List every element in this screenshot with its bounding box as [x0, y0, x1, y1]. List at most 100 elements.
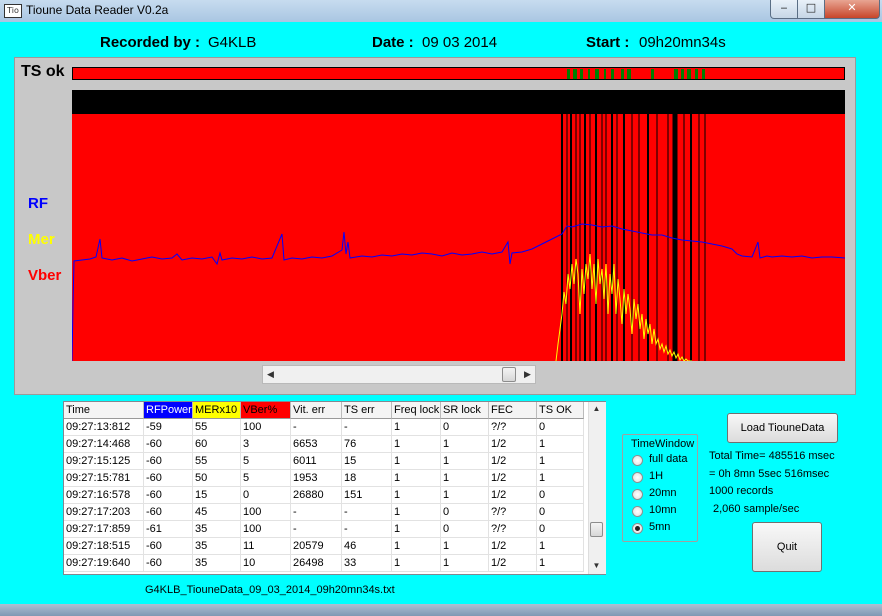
radio-label[interactable]: 10mn: [649, 504, 677, 516]
grid-cell[interactable]: 1/2: [489, 555, 537, 572]
grid-cell[interactable]: 60: [193, 436, 241, 453]
grid-cell[interactable]: 26498: [291, 555, 342, 572]
grid-cell[interactable]: -60: [144, 487, 193, 504]
grid-cell[interactable]: 11: [241, 538, 291, 555]
grid-cell[interactable]: 0: [441, 521, 489, 538]
grid-cell[interactable]: 09:27:15:781: [64, 470, 144, 487]
grid-cell[interactable]: 1: [441, 470, 489, 487]
grid-cell[interactable]: 09:27:14:468: [64, 436, 144, 453]
grid-cell[interactable]: 5: [241, 470, 291, 487]
radio-20mn[interactable]: [632, 489, 643, 500]
grid-column-header[interactable]: Freq lock: [392, 402, 441, 419]
grid-cell[interactable]: -59: [144, 419, 193, 436]
radio-label[interactable]: 5mn: [649, 521, 670, 533]
quit-button[interactable]: Quit: [752, 522, 822, 572]
grid-cell[interactable]: -: [291, 521, 342, 538]
grid-cell[interactable]: 09:27:17:203: [64, 504, 144, 521]
scroll-down-arrow-icon[interactable]: ▼: [588, 561, 605, 573]
radio-1h[interactable]: [632, 472, 643, 483]
grid-cell[interactable]: -61: [144, 521, 193, 538]
grid-cell[interactable]: ?/?: [489, 419, 537, 436]
radio-10mn[interactable]: [632, 506, 643, 517]
grid-cell[interactable]: 1: [537, 555, 584, 572]
grid-cell[interactable]: 0: [241, 487, 291, 504]
grid-cell[interactable]: 55: [193, 419, 241, 436]
grid-cell[interactable]: 1/2: [489, 487, 537, 504]
grid-cell[interactable]: 50: [193, 470, 241, 487]
grid-cell[interactable]: 1: [441, 487, 489, 504]
grid-cell[interactable]: 1: [392, 538, 441, 555]
grid-cell[interactable]: -: [342, 521, 392, 538]
grid-column-header[interactable]: MERx10: [193, 402, 241, 419]
grid-cell[interactable]: 0: [441, 419, 489, 436]
grid-cell[interactable]: -60: [144, 470, 193, 487]
grid-cell[interactable]: 100: [241, 504, 291, 521]
grid-cell[interactable]: 09:27:18:515: [64, 538, 144, 555]
grid-cell[interactable]: 35: [193, 555, 241, 572]
grid-cell[interactable]: 09:27:16:578: [64, 487, 144, 504]
grid-cell[interactable]: 46: [342, 538, 392, 555]
grid-column-header[interactable]: Time: [64, 402, 144, 419]
grid-cell[interactable]: 09:27:13:812: [64, 419, 144, 436]
grid-cell[interactable]: 5: [241, 453, 291, 470]
grid-cell[interactable]: 6011: [291, 453, 342, 470]
grid-cell[interactable]: 1: [537, 453, 584, 470]
grid-cell[interactable]: 15: [342, 453, 392, 470]
grid-cell[interactable]: 1: [392, 419, 441, 436]
grid-cell[interactable]: 10: [241, 555, 291, 572]
radio-full-data[interactable]: [632, 455, 643, 466]
grid-cell[interactable]: 1: [392, 555, 441, 572]
load-tioune-data-button[interactable]: Load TiouneData: [727, 413, 838, 443]
grid-column-header[interactable]: SR lock: [441, 402, 489, 419]
grid-cell[interactable]: 26880: [291, 487, 342, 504]
plot-horizontal-scrollbar[interactable]: [262, 365, 536, 384]
grid-cell[interactable]: 1: [441, 555, 489, 572]
grid-cell[interactable]: 15: [193, 487, 241, 504]
grid-cell[interactable]: -: [291, 504, 342, 521]
grid-cell[interactable]: 0: [537, 504, 584, 521]
grid-cell[interactable]: 20579: [291, 538, 342, 555]
grid-cell[interactable]: 100: [241, 419, 291, 436]
grid-cell[interactable]: 151: [342, 487, 392, 504]
grid-cell[interactable]: 0: [537, 419, 584, 436]
grid-cell[interactable]: 1: [392, 453, 441, 470]
grid-cell[interactable]: -60: [144, 453, 193, 470]
grid-cell[interactable]: 3: [241, 436, 291, 453]
grid-cell[interactable]: 1/2: [489, 453, 537, 470]
grid-cell[interactable]: -60: [144, 436, 193, 453]
grid-cell[interactable]: 1: [392, 504, 441, 521]
grid-cell[interactable]: -: [291, 419, 342, 436]
grid-cell[interactable]: 6653: [291, 436, 342, 453]
grid-cell[interactable]: 1/2: [489, 436, 537, 453]
grid-cell[interactable]: 0: [441, 504, 489, 521]
grid-cell[interactable]: 09:27:19:640: [64, 555, 144, 572]
grid-cell[interactable]: ?/?: [489, 504, 537, 521]
grid-cell[interactable]: 1: [441, 538, 489, 555]
grid-cell[interactable]: 45: [193, 504, 241, 521]
grid-column-header[interactable]: TS OK: [537, 402, 584, 419]
grid-cell[interactable]: 1: [537, 470, 584, 487]
grid-column-header[interactable]: RFPower: [144, 402, 193, 419]
grid-cell[interactable]: ?/?: [489, 521, 537, 538]
grid-vertical-scrollbar[interactable]: [588, 402, 606, 574]
grid-cell[interactable]: -60: [144, 504, 193, 521]
grid-cell[interactable]: 0: [537, 521, 584, 538]
grid-cell[interactable]: -: [342, 419, 392, 436]
grid-cell[interactable]: 18: [342, 470, 392, 487]
scroll-left-arrow-icon[interactable]: ◀: [262, 365, 279, 384]
grid-cell[interactable]: 09:27:15:125: [64, 453, 144, 470]
maximize-button[interactable]: □: [797, 0, 825, 19]
grid-cell[interactable]: 0: [537, 487, 584, 504]
grid-cell[interactable]: 1: [392, 521, 441, 538]
grid-cell[interactable]: 76: [342, 436, 392, 453]
radio-label[interactable]: 20mn: [649, 487, 677, 499]
grid-cell[interactable]: 35: [193, 521, 241, 538]
radio-5mn[interactable]: [632, 523, 643, 534]
scroll-up-arrow-icon[interactable]: ▲: [588, 404, 605, 416]
minimize-button[interactable]: ‒: [770, 0, 798, 19]
grid-column-header[interactable]: FEC: [489, 402, 537, 419]
radio-label[interactable]: full data: [649, 453, 688, 465]
grid-cell[interactable]: 1: [441, 453, 489, 470]
grid-cell[interactable]: 100: [241, 521, 291, 538]
grid-cell[interactable]: -60: [144, 555, 193, 572]
